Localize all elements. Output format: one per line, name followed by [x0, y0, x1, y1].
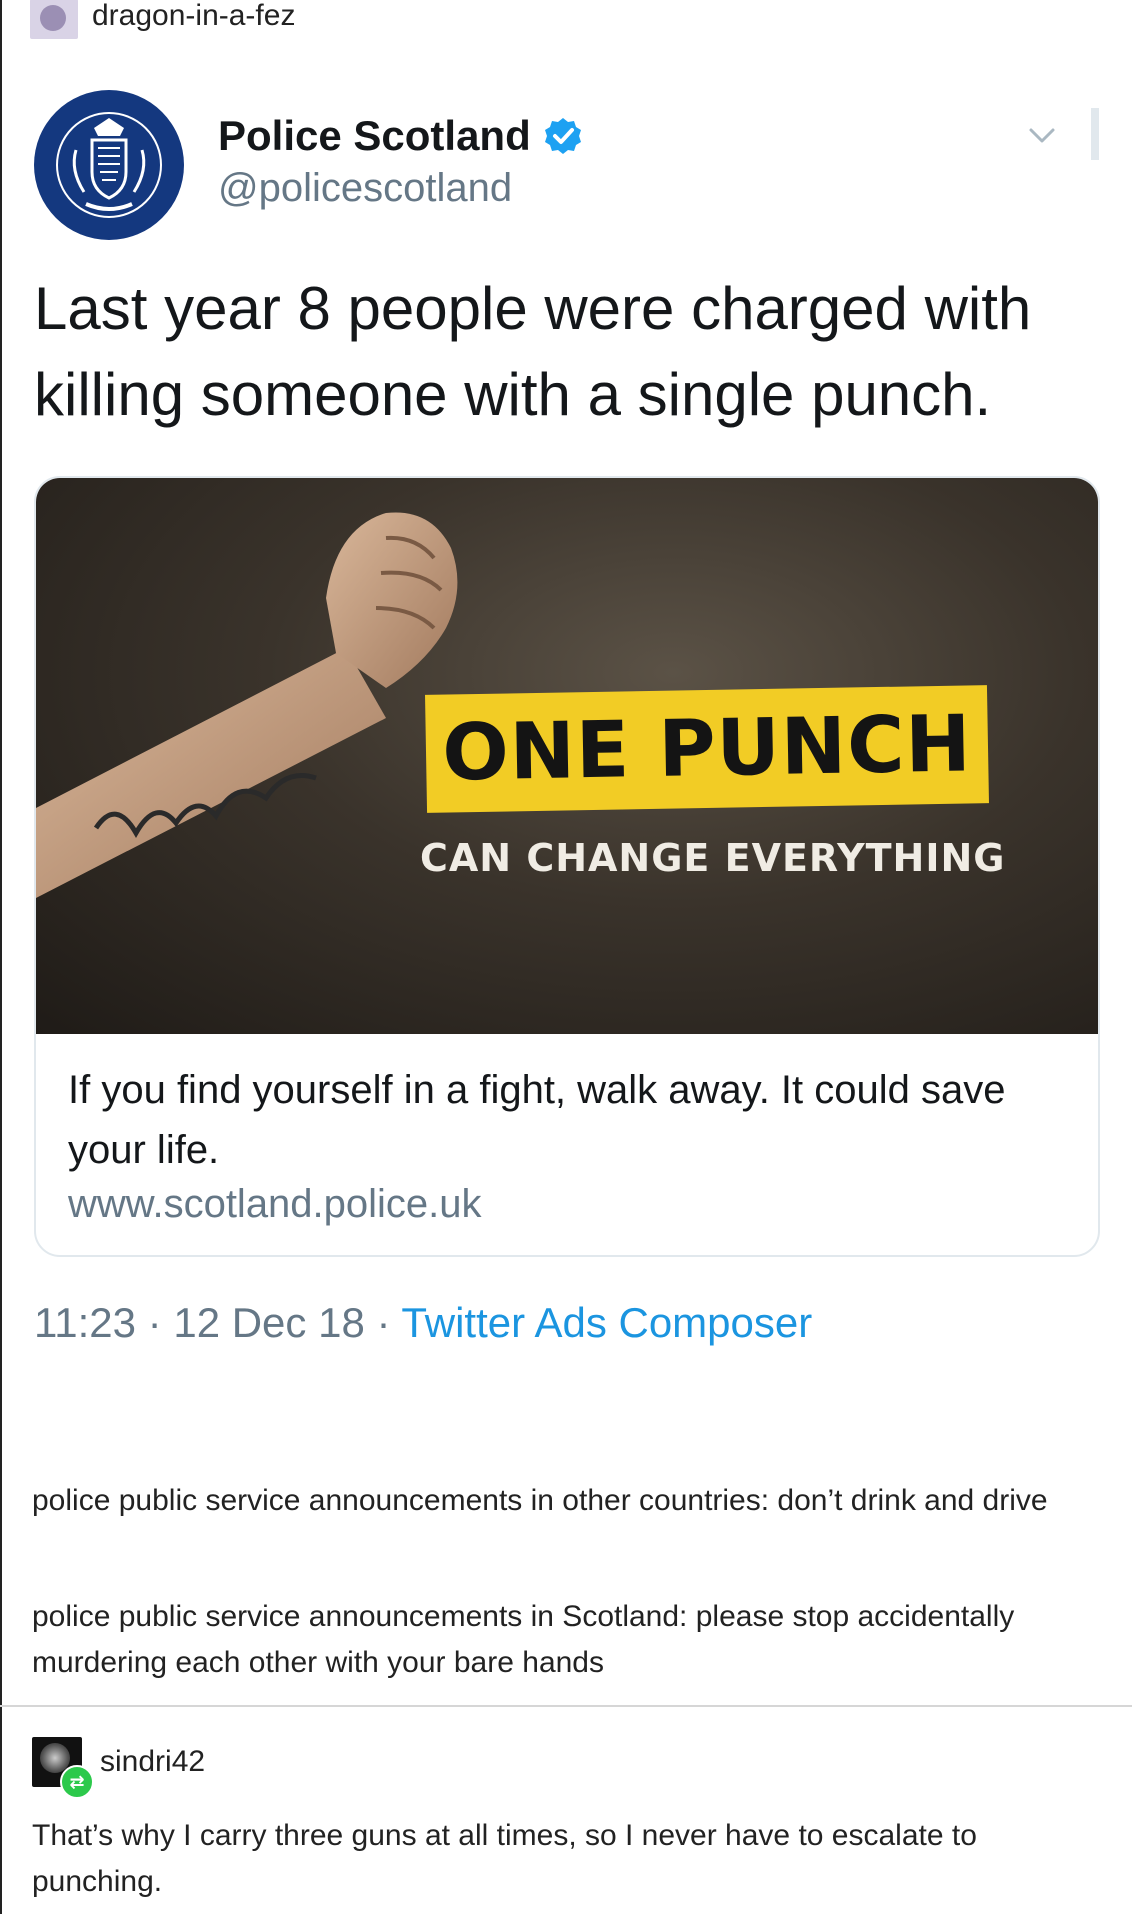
meta-separator: ·: [147, 1299, 162, 1346]
police-scotland-crest-icon[interactable]: [34, 90, 184, 240]
chevron-down-icon[interactable]: [1025, 118, 1059, 152]
meta-separator: ·: [376, 1299, 391, 1346]
display-name-text[interactable]: Police Scotland: [218, 112, 531, 160]
author-display-name[interactable]: Police Scotland: [218, 112, 583, 160]
comment-paragraph: police public service announcements in S…: [32, 1600, 1015, 1679]
tweet-time[interactable]: 11:23: [34, 1299, 136, 1346]
card-headline: ONE PUNCH: [441, 699, 973, 799]
reblogger-username[interactable]: sindri42: [100, 1745, 205, 1779]
user-avatar[interactable]: [30, 0, 78, 39]
author-handle[interactable]: @policescotland: [218, 166, 583, 211]
tweet-meta: 11:23 · 12 Dec 18 · Twitter Ads Composer: [34, 1299, 1099, 1347]
card-body: If you find yourself in a fight, walk aw…: [36, 1034, 1098, 1255]
left-border: [0, 0, 2, 1914]
tweet-text: Last year 8 people were charged with kil…: [34, 275, 1032, 428]
card-image: ONE PUNCH CAN CHANGE EVERYTHING: [36, 478, 1098, 1034]
scroll-edge: [1091, 108, 1099, 160]
tweet-date[interactable]: 12 Dec 18: [173, 1299, 364, 1346]
reblog-text: That’s why I carry three guns at all tim…: [32, 1819, 977, 1898]
tweet-author: Police Scotland @policescotland: [218, 112, 583, 211]
card-description: If you find yourself in a fight, walk aw…: [68, 1068, 1006, 1172]
tweet-embed: Police Scotland @policescotland Last yea…: [34, 90, 1100, 1347]
post-header: dragon-in-a-fez: [30, 0, 295, 44]
headline-box: ONE PUNCH: [425, 685, 989, 813]
card-url[interactable]: www.scotland.police.uk: [68, 1182, 1066, 1227]
link-card[interactable]: ONE PUNCH CAN CHANGE EVERYTHING If you f…: [34, 476, 1100, 1257]
reblog-divider: [0, 1705, 1132, 1707]
tweet-header: Police Scotland @policescotland: [34, 90, 1099, 250]
tweet-source-link[interactable]: Twitter Ads Composer: [401, 1299, 812, 1346]
verified-badge-icon: [544, 118, 581, 154]
reblogger-avatar[interactable]: ⇄: [32, 1737, 94, 1799]
reblog-header: ⇄ sindri42: [32, 1734, 205, 1799]
card-subline: CAN CHANGE EVERYTHING: [420, 836, 1006, 880]
op-username[interactable]: dragon-in-a-fez: [92, 0, 295, 33]
reblog-icon: ⇄: [60, 1765, 94, 1799]
comment-paragraph: police public service announcements in o…: [32, 1484, 1048, 1517]
